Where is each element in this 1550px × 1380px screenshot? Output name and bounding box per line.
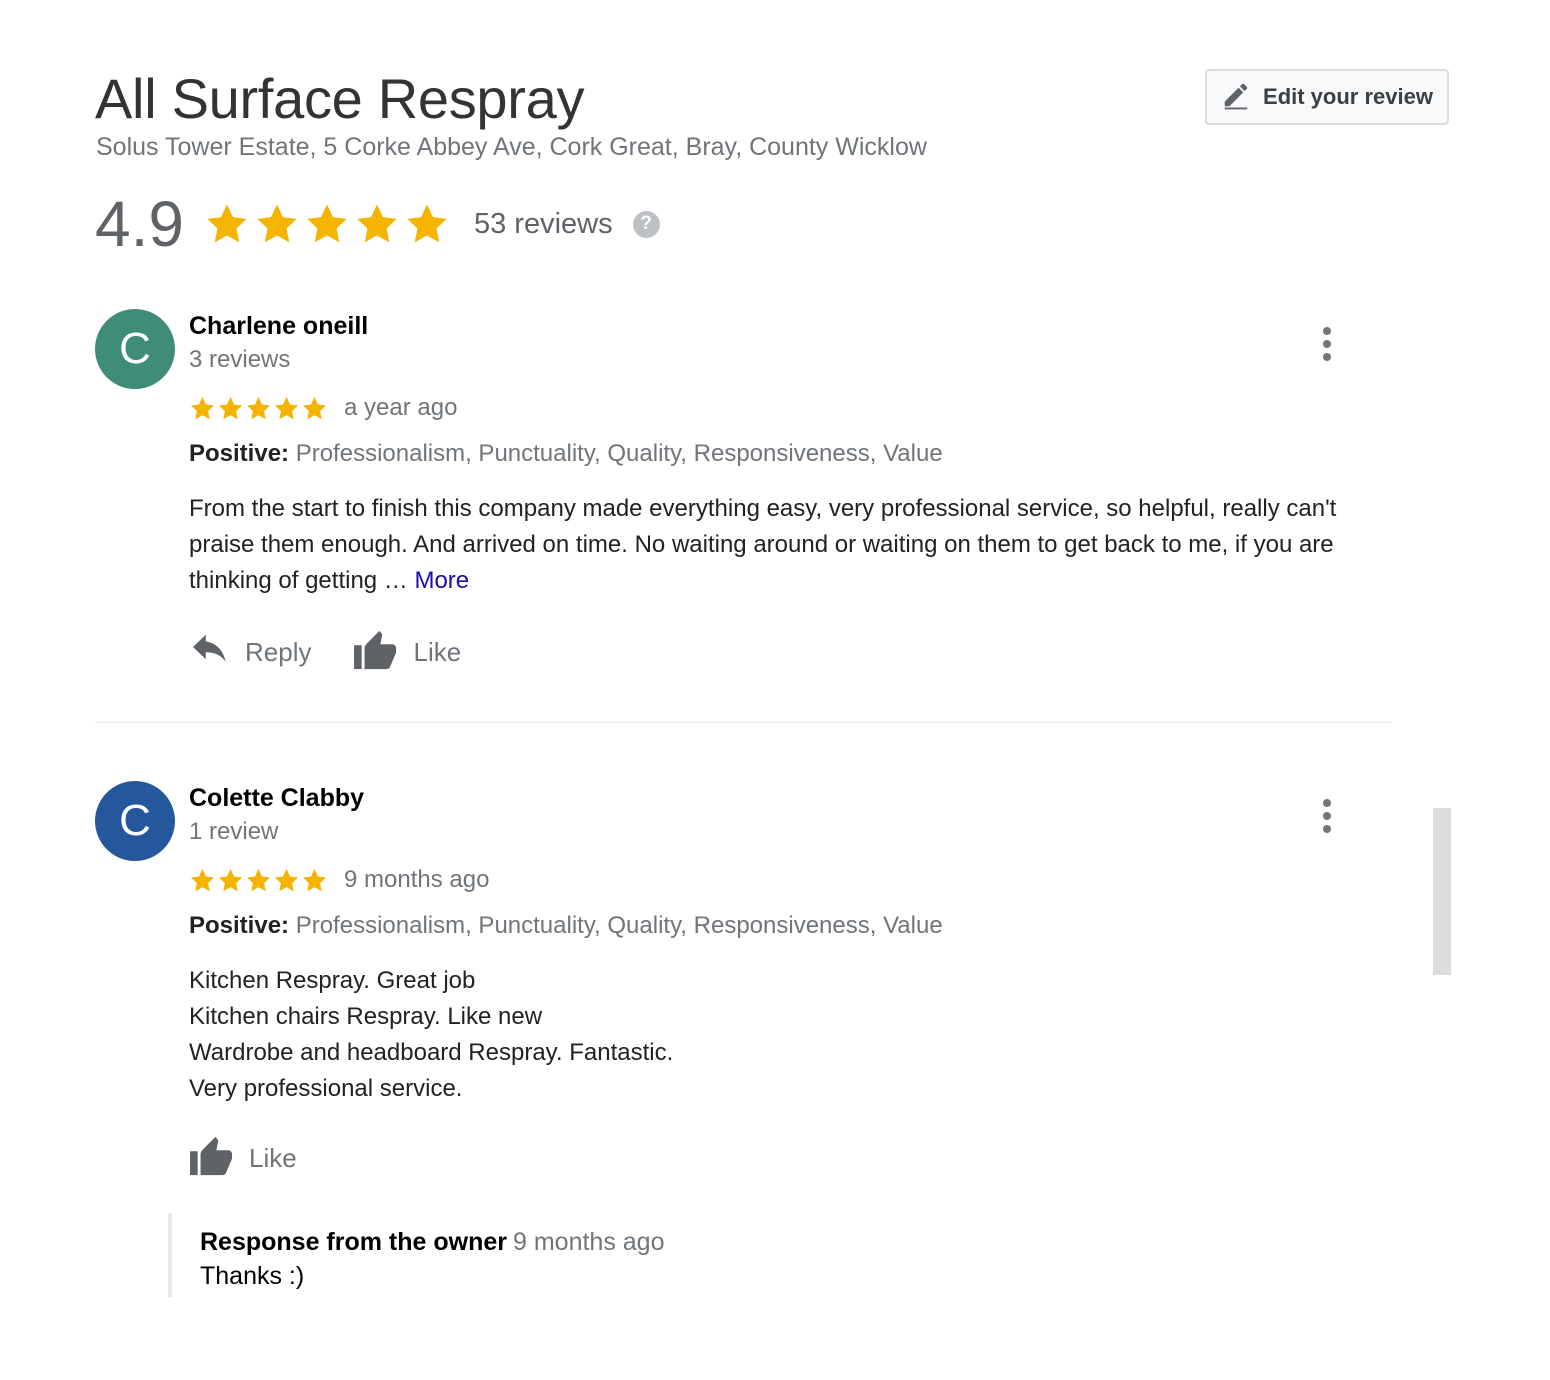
reviewer-review-count: 1 review	[189, 818, 279, 845]
avatar[interactable]: C	[95, 781, 175, 861]
review-stars	[189, 395, 328, 422]
star-icon	[207, 204, 247, 243]
positive-label: Positive:	[189, 440, 290, 467]
star-icon	[218, 396, 243, 419]
star-icon	[274, 396, 299, 419]
more-link[interactable]: More	[414, 567, 469, 594]
rating-stars	[204, 201, 450, 247]
reply-label: Reply	[245, 637, 312, 667]
star-icon	[307, 204, 347, 243]
review-time: a year ago	[344, 394, 458, 421]
pencil-icon	[1221, 80, 1251, 115]
reviewer-name[interactable]: Charlene oneill	[189, 309, 1394, 343]
rating-value: 4.9	[95, 188, 184, 260]
help-circle-icon[interactable]: ?	[632, 210, 660, 238]
review-divider	[95, 722, 1392, 723]
review-positive-attributes: Positive: Professionalism, Punctuality, …	[189, 437, 1394, 471]
kebab-menu-icon	[1323, 327, 1331, 335]
star-icon	[190, 868, 215, 891]
star-icon	[407, 204, 447, 243]
scrollbar-thumb[interactable]	[1433, 808, 1451, 975]
reviewer-review-count: 3 reviews	[189, 346, 291, 373]
star-icon	[302, 868, 327, 891]
reply-button[interactable]: Reply	[189, 633, 311, 672]
thumbs-up-icon	[353, 629, 399, 676]
star-icon	[246, 396, 271, 419]
like-button[interactable]: Like	[189, 1135, 297, 1182]
review-text-line: Wardrobe and headboard Respray. Fantasti…	[189, 1039, 674, 1066]
star-icon	[218, 868, 243, 891]
positive-items: Professionalism, Punctuality, Quality, R…	[289, 440, 943, 467]
total-review-count[interactable]: 53 reviews	[474, 208, 613, 241]
owner-response-time: 9 months ago	[513, 1228, 665, 1256]
review-text: Kitchen Respray. Great job Kitchen chair…	[189, 963, 1394, 1107]
review-item: C Charlene oneill 3 reviews a year ago P…	[95, 309, 1395, 689]
like-label: Like	[249, 1143, 297, 1173]
review-text-line: Very professional service.	[189, 1075, 463, 1102]
review-menu-button[interactable]	[1319, 323, 1335, 365]
review-positive-attributes: Positive: Professionalism, Punctuality, …	[189, 909, 1394, 943]
positive-label: Positive:	[189, 912, 290, 939]
rating-summary: 4.9 53 reviews ?	[95, 192, 660, 256]
like-label: Like	[413, 637, 462, 667]
owner-response-text: Thanks :)	[200, 1262, 305, 1290]
like-button[interactable]: Like	[353, 629, 461, 676]
business-address: Solus Tower Estate, 5 Corke Abbey Ave, C…	[96, 133, 927, 161]
edit-review-button[interactable]: Edit your review	[1205, 69, 1449, 125]
reviewer-name[interactable]: Colette Clabby	[189, 781, 1394, 815]
star-icon	[257, 204, 297, 243]
review-text-line: Kitchen chairs Respray. Like new	[189, 1003, 543, 1030]
star-icon	[190, 396, 215, 419]
positive-items: Professionalism, Punctuality, Quality, R…	[289, 912, 943, 939]
review-text-body: From the start to finish this company ma…	[189, 495, 1337, 594]
owner-response-label: Response from the owner	[200, 1228, 507, 1256]
star-icon	[302, 396, 327, 419]
kebab-menu-icon	[1323, 799, 1331, 807]
review-text: From the start to finish this company ma…	[189, 491, 1394, 599]
owner-response: Response from the owner 9 months ago Than…	[168, 1213, 665, 1297]
review-time: 9 months ago	[344, 866, 490, 893]
reply-arrow-icon	[189, 633, 231, 672]
review-text-line: Kitchen Respray. Great job	[189, 967, 476, 994]
star-icon	[246, 868, 271, 891]
review-stars	[189, 867, 328, 894]
avatar[interactable]: C	[95, 309, 175, 389]
star-icon	[357, 204, 397, 243]
review-menu-button[interactable]	[1319, 795, 1335, 837]
star-icon	[274, 868, 299, 891]
edit-review-label: Edit your review	[1263, 84, 1433, 109]
thumbs-up-icon	[189, 1135, 235, 1182]
business-title: All Surface Respray	[95, 67, 585, 130]
